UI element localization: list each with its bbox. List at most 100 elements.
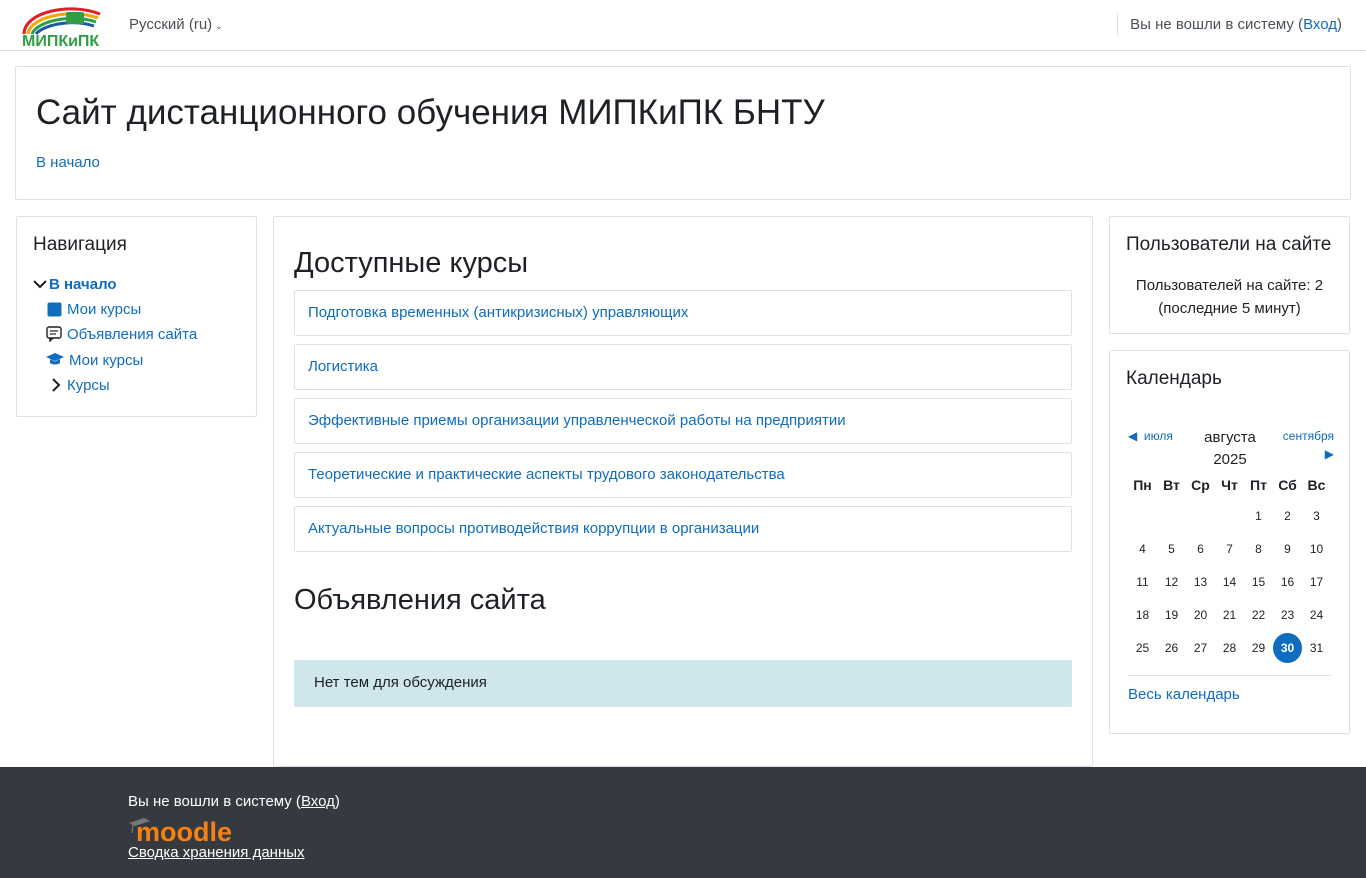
calendar-weekday: Пт (1250, 477, 1267, 493)
calendar-day[interactable]: 28 (1215, 631, 1244, 664)
data-retention-summary-link[interactable]: Сводка хранения данных (128, 844, 305, 861)
no-topics-alert: Нет тем для обсуждения (294, 660, 1072, 707)
login-text-suffix: ) (1337, 16, 1342, 33)
online-users-title: Пользователи на сайте (1126, 234, 1332, 255)
page-header: Сайт дистанционного обучения МИПКиПК БНТ… (15, 66, 1351, 200)
calendar-day[interactable]: 19 (1157, 598, 1186, 631)
svg-text:МИПКиПК: МИПКиПК (22, 33, 99, 48)
calendar-day[interactable]: 5 (1157, 532, 1186, 565)
calendar-day[interactable]: 18 (1128, 598, 1157, 631)
calendar-title: Календарь (1126, 368, 1222, 389)
calendar-day[interactable]: 26 (1157, 631, 1186, 664)
calendar-day[interactable]: 6 (1186, 532, 1215, 565)
calendar-day[interactable]: 20 (1186, 598, 1215, 631)
online-users-text: Пользователей на сайте: 2 (последние 5 м… (1110, 274, 1349, 320)
course-link[interactable]: Актуальные вопросы противодействия корру… (308, 520, 759, 537)
calendar-day[interactable]: 17 (1302, 565, 1331, 598)
calendar-day[interactable]: 8 (1244, 532, 1273, 565)
nav-item-label[interactable]: Объявления сайта (67, 326, 197, 343)
main-content: Доступные курсы Подготовка временных (ан… (273, 216, 1093, 767)
calendar-day[interactable]: 14 (1215, 565, 1244, 598)
nav-item-site-news[interactable]: Объявления сайта (45, 325, 197, 343)
calendar-month-name: августа (1204, 429, 1256, 446)
calendar-day[interactable]: 24 (1302, 598, 1331, 631)
calendar-day[interactable]: 21 (1215, 598, 1244, 631)
login-link[interactable]: Вход (1303, 16, 1337, 33)
course-link[interactable]: Эффективные приемы организации управленч… (308, 412, 846, 429)
calendar-day[interactable]: 23 (1273, 598, 1302, 631)
navbar-divider (1117, 14, 1118, 36)
calendar-weekday: Сб (1278, 477, 1297, 493)
square-icon (45, 300, 63, 318)
calendar-day[interactable]: 2 (1273, 499, 1302, 532)
calendar-weekday: Чт (1221, 477, 1238, 493)
chevron-right-icon (49, 376, 63, 394)
nav-item-label[interactable]: Курсы (67, 377, 110, 394)
calendar-weekday: Вт (1163, 477, 1180, 493)
page-title: Сайт дистанционного обучения МИПКиПК БНТ… (36, 93, 825, 132)
calendar-day[interactable]: 31 (1302, 631, 1331, 664)
course-item: Эффективные приемы организации управленч… (294, 398, 1072, 444)
calendar-day-today[interactable]: 30 (1273, 631, 1302, 664)
prev-month-label: июля (1143, 429, 1173, 443)
chevron-down-icon: ⌄ (215, 21, 223, 31)
login-text: Вы не вошли в систему ( (1130, 16, 1304, 33)
calendar-weekday: Ср (1191, 477, 1210, 493)
site-news-heading: Объявления сайта (294, 584, 546, 616)
site-logo[interactable]: МИПКиПК (20, 4, 114, 50)
course-item: Актуальные вопросы противодействия корру… (294, 506, 1072, 552)
nav-item-my-courses-2[interactable]: Мои курсы (45, 351, 143, 369)
svg-text:moodle: moodle (136, 817, 232, 844)
triangle-right-icon: ▶ (1324, 447, 1334, 461)
online-users-block: Пользователи на сайте Пользователей на с… (1109, 216, 1350, 334)
online-users-count: Пользователей на сайте: 2 (1135, 277, 1324, 294)
course-item: Подготовка временных (антикризисных) упр… (294, 290, 1072, 336)
navigation-block: Навигация В начало Мои курсы Объявления … (16, 216, 257, 417)
calendar-block: Календарь ◀ июля августа 2025 сентября ▶… (1109, 350, 1350, 734)
calendar-next-month[interactable]: сентября ▶ (1272, 429, 1334, 461)
calendar-day[interactable]: 11 (1128, 565, 1157, 598)
calendar-day[interactable]: 29 (1244, 631, 1273, 664)
nav-item-label[interactable]: Мои курсы (67, 301, 141, 318)
calendar-day[interactable]: 4 (1128, 532, 1157, 565)
calendar-day[interactable]: 7 (1215, 532, 1244, 565)
nav-item-label[interactable]: Мои курсы (69, 352, 143, 369)
course-link[interactable]: Подготовка временных (антикризисных) упр… (308, 304, 688, 321)
calendar-day[interactable]: 3 (1302, 499, 1331, 532)
calendar-year: 2025 (1213, 451, 1247, 468)
calendar-day[interactable]: 27 (1186, 631, 1215, 664)
calendar-day[interactable]: 25 (1128, 631, 1157, 664)
top-navbar: МИПКиПК Русский ‎(ru)‎ ⌄ Вы не вошли в си… (0, 0, 1366, 51)
page-footer: Вы не вошли в систему (Вход) moodle Свод… (0, 767, 1366, 878)
breadcrumb-home[interactable]: В начало (36, 154, 100, 171)
calendar-day[interactable]: 10 (1302, 532, 1331, 565)
nav-item-home[interactable]: В начало (33, 275, 117, 293)
language-menu[interactable]: Русский ‎(ru)‎ ⌄ (129, 16, 223, 33)
calendar-divider (1128, 675, 1331, 676)
nav-item-courses[interactable]: Курсы (49, 376, 110, 394)
calendar-day[interactable]: 16 (1273, 565, 1302, 598)
calendar-day[interactable]: 22 (1244, 598, 1273, 631)
calendar-day[interactable]: 13 (1186, 565, 1215, 598)
course-item: Логистика (294, 344, 1072, 390)
course-link[interactable]: Логистика (308, 358, 378, 375)
navigation-title: Навигация (33, 234, 127, 255)
login-info: Вы не вошли в систему (Вход) (1130, 16, 1342, 33)
course-link[interactable]: Теоретические и практические аспекты тру… (308, 466, 785, 483)
full-calendar-link[interactable]: Весь календарь (1128, 686, 1240, 703)
calendar-prev-month[interactable]: ◀ июля (1128, 429, 1173, 443)
nav-item-label[interactable]: В начало (49, 276, 117, 293)
footer-login-text: Вы не вошли в систему ( (128, 793, 301, 810)
moodle-logo[interactable]: moodle (128, 814, 242, 847)
course-item: Теоретические и практические аспекты тру… (294, 452, 1072, 498)
footer-login-link[interactable]: Вход (301, 793, 335, 810)
calendar-day[interactable]: 1 (1244, 499, 1273, 532)
calendar-day[interactable]: 15 (1244, 565, 1273, 598)
calendar-current-month: августа 2025 (1180, 427, 1280, 471)
calendar-day[interactable]: 9 (1273, 532, 1302, 565)
calendar-weekday: Пн (1133, 477, 1152, 493)
nav-item-my-courses[interactable]: Мои курсы (45, 300, 141, 318)
calendar-day[interactable]: 12 (1157, 565, 1186, 598)
online-users-period: (последние 5 минут) (1158, 300, 1301, 317)
language-label: Русский ‎(ru)‎ (129, 16, 213, 33)
